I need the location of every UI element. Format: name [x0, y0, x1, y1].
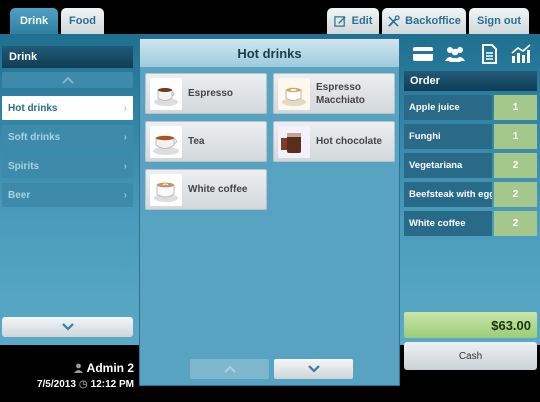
- edit-label: Edit: [351, 15, 373, 27]
- category-panel-title: Drink: [2, 46, 133, 68]
- category-item-beer[interactable]: Beer ›: [2, 183, 133, 207]
- product-label: White coffee: [188, 184, 248, 195]
- product-scroll-up-button[interactable]: [190, 359, 269, 379]
- chevron-right-icon: ›: [123, 189, 127, 201]
- clock-icon: ◷: [78, 379, 88, 390]
- user-name-row: Admin 2: [73, 361, 134, 375]
- product-espresso-macchiato[interactable]: Espresso Macchiato: [273, 73, 395, 114]
- order-line[interactable]: Funghi 1: [404, 124, 537, 149]
- product-white-coffee[interactable]: White coffee: [145, 169, 267, 210]
- chevron-down-icon: [61, 323, 74, 331]
- cash-button[interactable]: Cash: [404, 342, 537, 370]
- product-label: Hot chocolate: [316, 136, 383, 147]
- chevron-right-icon: ›: [123, 102, 127, 114]
- order-item-qty[interactable]: 2: [494, 182, 537, 207]
- product-tea[interactable]: Tea: [145, 121, 267, 162]
- user-name: Admin 2: [86, 361, 134, 375]
- category-label: Soft drinks: [8, 131, 61, 143]
- order-item-qty[interactable]: 2: [494, 153, 537, 178]
- edit-button[interactable]: Edit: [327, 8, 379, 34]
- espresso-cup-icon: [150, 77, 182, 110]
- chevron-right-icon: ›: [123, 160, 127, 172]
- order-item-name: White coffee: [404, 211, 492, 236]
- product-hot-chocolate[interactable]: Hot chocolate: [273, 121, 395, 162]
- document-icon[interactable]: [478, 44, 500, 64]
- function-toolbar: [404, 44, 540, 66]
- user-icon: [73, 363, 83, 373]
- white-coffee-icon: [150, 173, 182, 206]
- chevron-down-icon: [307, 365, 320, 373]
- category-scroll-down-button[interactable]: [2, 317, 133, 337]
- edit-icon: [333, 15, 346, 27]
- tab-food[interactable]: Food: [61, 8, 104, 34]
- order-item-name: Beefsteak with egg: [404, 182, 492, 207]
- product-label: Espresso Macchiato: [316, 81, 365, 106]
- date-time: 7/5/2013 ◷ 12:12 PM: [37, 379, 134, 390]
- category-item-hot-drinks[interactable]: Hot drinks ›: [2, 96, 133, 120]
- order-line[interactable]: Apple juice 1: [404, 95, 537, 120]
- product-label: Espresso: [188, 88, 234, 99]
- category-label: Hot drinks: [8, 102, 58, 114]
- chevron-right-icon: ›: [123, 131, 127, 143]
- category-label: Beer: [8, 189, 31, 201]
- order-panel-title: Order: [404, 71, 537, 91]
- order-line[interactable]: Beefsteak with egg 2: [404, 182, 537, 207]
- customers-icon[interactable]: [444, 44, 466, 64]
- tab-drink[interactable]: Drink: [10, 8, 58, 34]
- sign-out-button[interactable]: Sign out: [469, 8, 529, 34]
- chevron-up-icon: [223, 365, 236, 373]
- backoffice-button[interactable]: Backoffice: [382, 8, 466, 34]
- order-item-name: Funghi: [404, 124, 492, 149]
- order-item-name: Vegetariana: [404, 153, 492, 178]
- card-icon[interactable]: [412, 44, 434, 64]
- backoffice-label: Backoffice: [405, 15, 461, 27]
- product-panel-title: Hot drinks: [140, 39, 399, 67]
- category-scroll-up-button[interactable]: [2, 72, 133, 88]
- tea-cup-icon: [150, 125, 182, 158]
- product-espresso[interactable]: Espresso: [145, 73, 267, 114]
- user-info: Admin 2 7/5/2013 ◷ 12:12 PM: [0, 345, 137, 402]
- order-total: $63.00: [404, 312, 537, 338]
- chevron-up-icon: [61, 76, 74, 84]
- order-item-qty[interactable]: 1: [494, 95, 537, 120]
- order-line[interactable]: White coffee 2: [404, 211, 537, 236]
- order-item-name: Apple juice: [404, 95, 492, 120]
- hot-chocolate-icon: [278, 125, 310, 158]
- category-label: Spirits: [8, 160, 40, 172]
- statistics-icon[interactable]: [510, 44, 532, 64]
- order-item-qty[interactable]: 1: [494, 124, 537, 149]
- product-panel: Hot drinks Espresso Espresso Macchiato T…: [139, 38, 400, 386]
- current-time: 12:12 PM: [90, 379, 134, 390]
- product-label: Tea: [188, 136, 205, 147]
- tools-icon: [388, 14, 400, 27]
- macchiato-cup-icon: [278, 77, 310, 110]
- category-item-soft-drinks[interactable]: Soft drinks ›: [2, 125, 133, 149]
- order-line[interactable]: Vegetariana 2: [404, 153, 537, 178]
- product-scroll-down-button[interactable]: [274, 359, 353, 379]
- current-date: 7/5/2013: [36, 379, 76, 390]
- category-item-spirits[interactable]: Spirits ›: [2, 154, 133, 178]
- top-bar: Drink Food Edit Backoffice Sign out: [0, 0, 540, 34]
- order-item-qty[interactable]: 2: [494, 211, 537, 236]
